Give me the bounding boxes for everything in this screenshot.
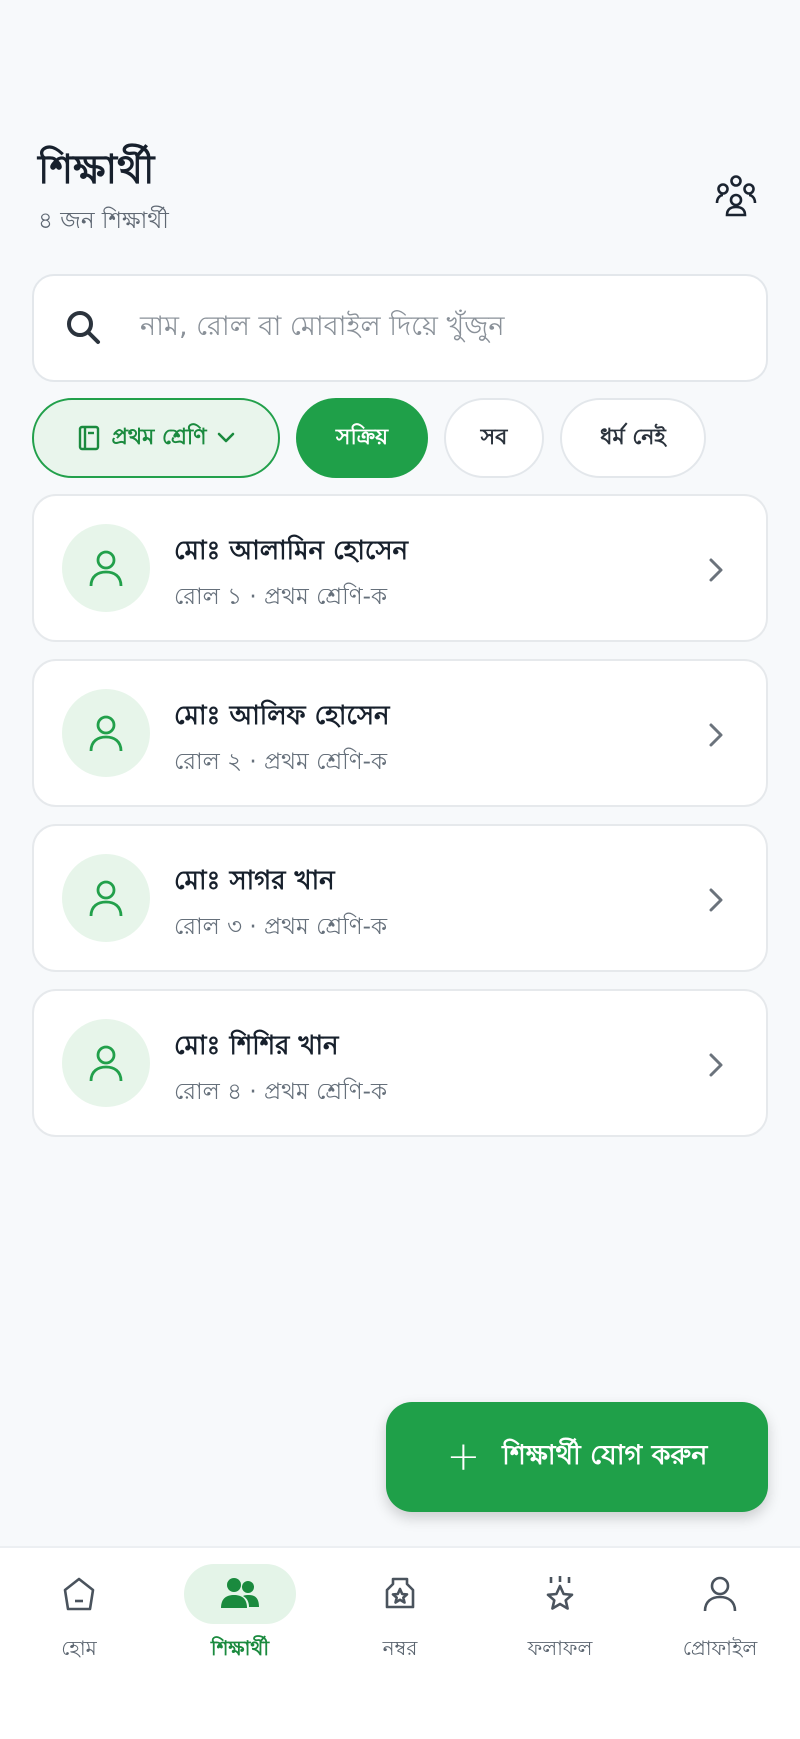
marks-icon xyxy=(385,1577,415,1609)
chevron-right-icon xyxy=(702,1047,730,1083)
students-icon xyxy=(221,1578,259,1608)
avatar xyxy=(62,689,150,777)
add-student-label: শিক্ষার্থী যোগ করুন xyxy=(502,1439,708,1471)
bottom-navigation: হোম শিক্ষার্থী নম্বর ফলাফল প্রোফাইল xyxy=(0,1546,800,1739)
nav-label-results: ফলাফল xyxy=(527,1636,593,1660)
nav-item-results[interactable]: ফলাফল xyxy=(495,1564,625,1684)
avatar xyxy=(62,1019,150,1107)
student-roll-class: রোল ৩ · প্রথম শ্রেণি-ক xyxy=(174,914,388,940)
nav-label-home: হোম xyxy=(61,1636,97,1660)
book-icon xyxy=(79,425,100,451)
groups-icon xyxy=(715,175,757,217)
class-selector-chip[interactable]: প্রথম শ্রেণি xyxy=(32,398,280,478)
nav-item-home[interactable]: হোম xyxy=(14,1564,144,1684)
plus-icon: + xyxy=(446,1434,481,1480)
student-name: মোঃ সাগর খান xyxy=(174,866,335,896)
person-icon xyxy=(89,550,123,587)
student-count: ৪ জন শিক্ষার্থী xyxy=(38,208,169,234)
avatar xyxy=(62,854,150,942)
chevron-right-icon xyxy=(702,882,730,918)
student-list: মোঃ আলামিন হোসেন রোল ১ · প্রথম শ্রেণি-ক … xyxy=(32,494,768,1154)
search-input[interactable]: নাম, রোল বা মোবাইল দিয়ে খুঁজুন xyxy=(140,306,505,351)
search-bar[interactable]: নাম, রোল বা মোবাইল দিয়ে খুঁজুন xyxy=(32,274,768,382)
filter-all-chip[interactable]: সব xyxy=(444,398,544,478)
student-name: মোঃ শিশির খান xyxy=(174,1031,339,1061)
filter-active-chip[interactable]: সক্রিয় xyxy=(296,398,428,478)
nav-label-marks: নম্বর xyxy=(382,1636,418,1660)
groups-button[interactable] xyxy=(706,168,766,224)
nav-item-students[interactable]: শিক্ষার্থী xyxy=(175,1564,305,1684)
person-icon xyxy=(89,880,123,917)
chevron-right-icon xyxy=(702,717,730,753)
nav-item-profile[interactable]: প্রোফাইল xyxy=(655,1564,785,1684)
student-card[interactable]: মোঃ সাগর খান রোল ৩ · প্রথম শ্রেণি-ক xyxy=(32,824,768,972)
filter-no-religion-chip[interactable]: ধর্ম নেই xyxy=(560,398,706,478)
nav-label-profile: প্রোফাইল xyxy=(682,1636,758,1660)
person-icon xyxy=(89,1045,123,1082)
person-icon xyxy=(89,715,123,752)
student-card[interactable]: মোঃ আলামিন হোসেন রোল ১ · প্রথম শ্রেণি-ক xyxy=(32,494,768,642)
student-roll-class: রোল ১ · প্রথম শ্রেণি-ক xyxy=(174,584,388,610)
page-header: শিক্ষার্থী ৪ জন শিক্ষার্থী xyxy=(38,146,169,241)
results-icon xyxy=(546,1576,574,1610)
avatar xyxy=(62,524,150,612)
nav-label-students: শিক্ষার্থী xyxy=(210,1636,270,1660)
student-name: মোঃ আলামিন হোসেন xyxy=(174,536,409,566)
home-icon xyxy=(63,1577,95,1611)
profile-icon xyxy=(703,1576,737,1612)
student-name: মোঃ আলিফ হোসেন xyxy=(174,701,390,731)
page-title: শিক্ষার্থী xyxy=(38,147,155,193)
add-student-button[interactable]: + শিক্ষার্থী যোগ করুন xyxy=(386,1402,768,1512)
chevron-right-icon xyxy=(702,552,730,588)
student-card[interactable]: মোঃ আলিফ হোসেন রোল ২ · প্রথম শ্রেণি-ক xyxy=(32,659,768,807)
class-selector-label: প্রথম শ্রেণি xyxy=(111,424,207,450)
student-roll-class: রোল ২ · প্রথম শ্রেণি-ক xyxy=(174,749,388,775)
chevron-down-icon xyxy=(217,432,234,443)
nav-item-marks[interactable]: নম্বর xyxy=(335,1564,465,1684)
student-card[interactable]: মোঃ শিশির খান রোল ৪ · প্রথম শ্রেণি-ক xyxy=(32,989,768,1137)
search-icon xyxy=(62,306,106,350)
student-roll-class: রোল ৪ · প্রথম শ্রেণি-ক xyxy=(174,1079,388,1105)
